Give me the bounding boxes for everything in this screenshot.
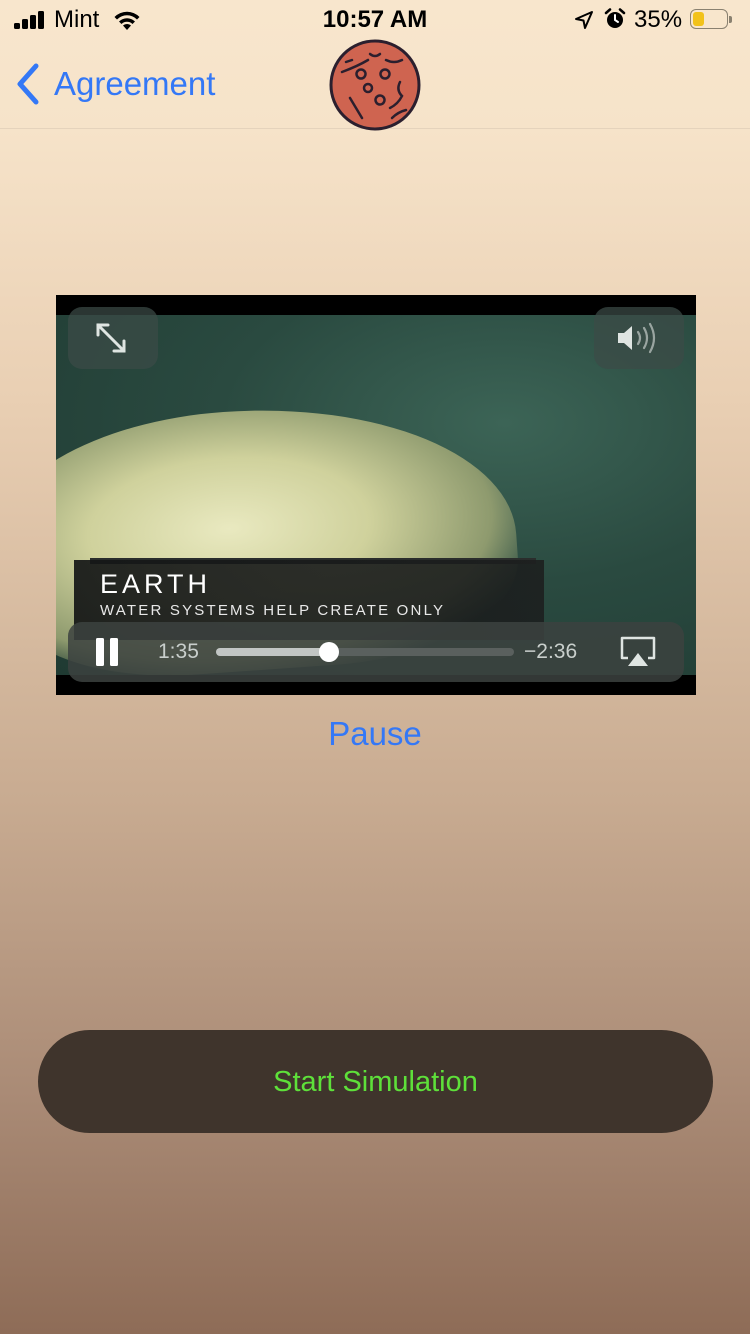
scrubber-knob[interactable] <box>319 642 340 662</box>
video-player[interactable]: EARTH WATER SYSTEMS HELP CREATE ONLY 1:3… <box>56 295 696 695</box>
alarm-clock-icon <box>604 8 626 28</box>
volume-button[interactable] <box>594 307 684 369</box>
start-simulation-button[interactable]: Start Simulation <box>38 1030 713 1133</box>
battery-icon <box>690 9 734 31</box>
pause-button[interactable]: Pause <box>0 714 750 754</box>
playback-control-bar: 1:35 −2:36 <box>68 622 684 682</box>
back-button-label: Agreement <box>54 65 216 102</box>
back-button[interactable]: Agreement <box>14 60 215 108</box>
status-bar: Mint 10:57 AM 35% <box>0 0 750 40</box>
planet-icon <box>329 39 421 131</box>
start-simulation-label: Start Simulation <box>273 1065 478 1098</box>
fullscreen-button[interactable] <box>68 307 158 369</box>
location-arrow-icon <box>575 11 593 29</box>
airplay-icon[interactable] <box>618 634 658 670</box>
navigation-bar: Agreement <box>0 39 750 131</box>
remaining-time: −2:36 <box>524 640 578 663</box>
playback-scrubber[interactable] <box>216 642 514 662</box>
volume-icon <box>618 322 656 354</box>
chevron-left-icon <box>17 63 39 105</box>
video-subtitle: WATER SYSTEMS HELP CREATE ONLY <box>100 602 446 619</box>
battery-percent: 35% <box>634 6 683 33</box>
pause-icon[interactable] <box>96 638 120 666</box>
video-title: EARTH <box>100 569 212 599</box>
elapsed-time: 1:35 <box>158 640 199 663</box>
fullscreen-icon <box>96 323 126 353</box>
